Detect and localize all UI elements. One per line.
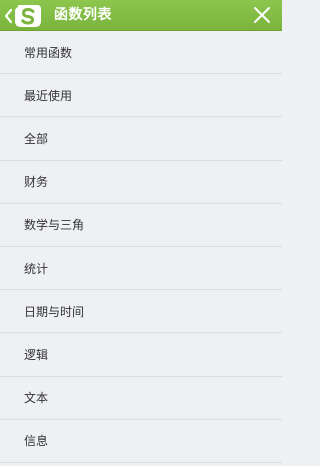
list-item-label: 数学与三角 xyxy=(24,218,85,233)
list-item-label: 日期与时间 xyxy=(24,304,85,319)
close-icon xyxy=(254,7,270,23)
back-button[interactable] xyxy=(4,4,48,28)
list-item-label: 文本 xyxy=(24,391,49,406)
back-logo-icon xyxy=(4,5,41,27)
header-bar: 函数列表 xyxy=(0,0,282,31)
list-item-math-trig[interactable]: 数学与三角 xyxy=(0,203,282,247)
list-item-label: 常用函数 xyxy=(24,45,73,60)
list-item-text[interactable]: 文本 xyxy=(0,376,282,420)
list-item-label: 财务 xyxy=(24,175,49,190)
list-item-all[interactable]: 全部 xyxy=(0,117,282,161)
function-category-list: 常用函数 最近使用 全部 财务 数学与三角 统计 日期与时间 逻辑 文本 信息 xyxy=(0,31,282,466)
close-button[interactable] xyxy=(252,5,272,25)
list-item-label: 全部 xyxy=(24,131,49,146)
list-item-date-time[interactable]: 日期与时间 xyxy=(0,290,282,334)
list-item-information[interactable]: 信息 xyxy=(0,419,282,463)
list-item-logical[interactable]: 逻辑 xyxy=(0,333,282,377)
list-item-financial[interactable]: 财务 xyxy=(0,160,282,204)
list-item-label: 最近使用 xyxy=(24,88,73,103)
list-item-label: 统计 xyxy=(24,261,49,276)
list-item-label: 逻辑 xyxy=(24,347,49,362)
list-item-common-functions[interactable]: 常用函数 xyxy=(0,31,282,75)
function-list-panel: 函数列表 常用函数 最近使用 全部 财务 数学与三角 统计 日期与时间 逻辑 文… xyxy=(0,0,282,466)
list-item-statistical[interactable]: 统计 xyxy=(0,246,282,291)
list-item-label: 信息 xyxy=(24,434,49,449)
list-item-recently-used[interactable]: 最近使用 xyxy=(0,74,282,118)
page-title: 函数列表 xyxy=(54,7,112,23)
